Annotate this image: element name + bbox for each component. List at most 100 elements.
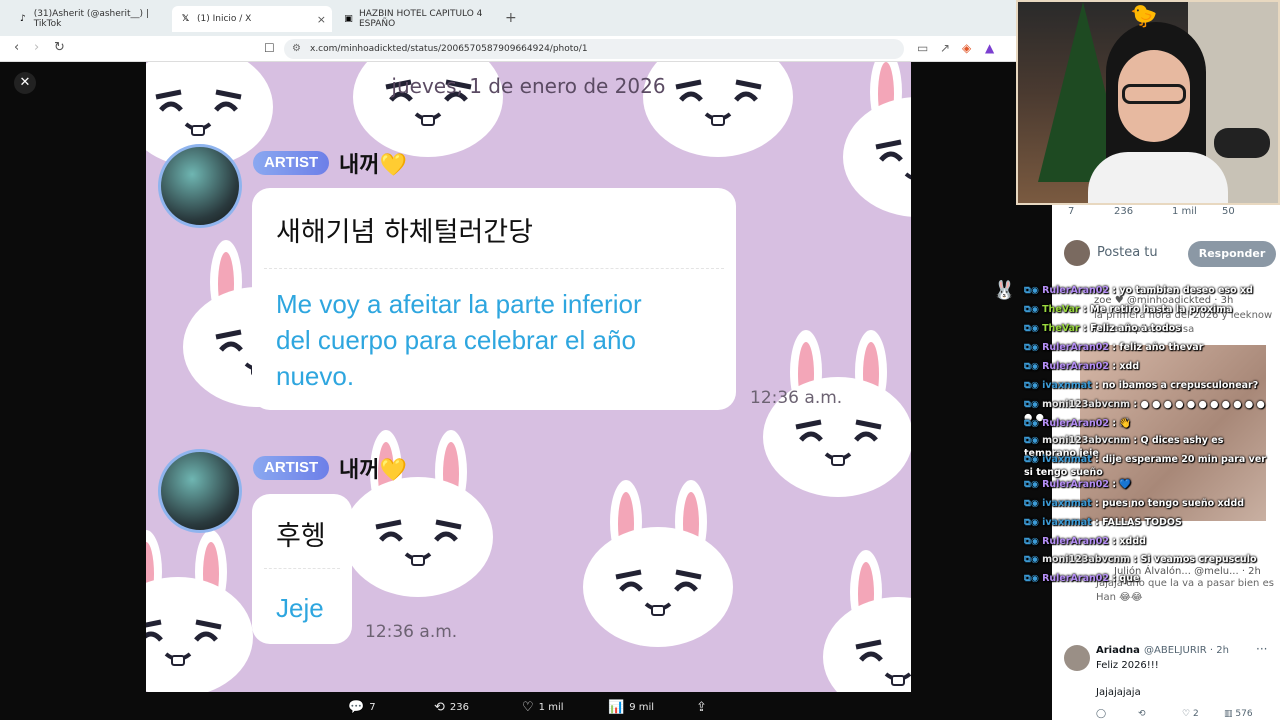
chat-badge-icon: ⧉◉ [1024, 342, 1040, 353]
sidebar-repost-count[interactable]: 236 [1114, 206, 1133, 217]
chat-username[interactable]: RulerAran02 [1042, 361, 1109, 372]
reply-author-name: Ariadna [1096, 645, 1140, 656]
message-korean: 후헹 [276, 521, 326, 552]
reload-icon[interactable]: ↻ [54, 40, 65, 55]
site-info-icon[interactable]: ⚙ [292, 39, 301, 59]
like-button[interactable]: ♡ 2 [1182, 709, 1199, 719]
brave-rewards-icon[interactable]: ▲ [985, 41, 994, 55]
chat-separator: : [1091, 380, 1103, 391]
new-tab-icon[interactable]: + [505, 10, 517, 26]
chat-username[interactable]: moni123abvcnm [1042, 554, 1130, 565]
chat-badge-icon: ⧉◉ [1024, 285, 1040, 296]
browser-tab-hazbin[interactable]: ▣ HAZBIN HOTEL CAPITULO 4 ESPAÑO [336, 6, 500, 32]
chat-message: ⧉◉ RulerAran02 : xddd [1024, 535, 1268, 548]
url-text: x.com/minhoadickted/status/2006570587909… [310, 44, 588, 54]
sidebar-reply-count[interactable]: 7 [1068, 206, 1074, 217]
chat-badge-icon: ⧉◉ [1024, 399, 1040, 410]
chat-message: ⧉◉ ivaxnmat : no ibamos a crepusculonear? [1024, 379, 1268, 392]
chat-username[interactable]: RulerAran02 [1042, 342, 1109, 353]
chat-username[interactable]: RulerAran02 [1042, 573, 1109, 584]
reply-icon[interactable]: ◯ [1096, 709, 1106, 719]
chat-badge-icon: ⧉◉ [1024, 498, 1040, 509]
close-viewer-button[interactable]: ✕ [14, 72, 36, 94]
chat-text: no ibamos a crepusculonear? [1102, 380, 1259, 391]
message-bubble: 후헹 Jeje [252, 494, 352, 644]
browser-tab-x[interactable]: 𝕏 (1) Inicio / X × [172, 6, 332, 32]
chat-username[interactable]: ivaxnmat [1042, 517, 1092, 528]
reply-author-handle: @ABELJURIR · 2h [1144, 645, 1229, 656]
brave-shield-icon[interactable]: ◈ [962, 41, 971, 55]
chat-message: ⧉◉ ivaxnmat : pues no tengo sueño xddd [1024, 497, 1268, 510]
avatar [1064, 645, 1090, 671]
repost-button[interactable]: ⟲ 236 [434, 700, 469, 715]
chat-username[interactable]: moni123abvcnm [1042, 399, 1130, 410]
chat-username[interactable]: RulerAran02 [1042, 479, 1109, 490]
chat-text: 👋 [1119, 418, 1132, 429]
share-icon[interactable]: ↗ [940, 41, 950, 55]
chat-username[interactable]: RulerAran02 [1042, 285, 1109, 296]
like-count: 2 [1192, 709, 1199, 719]
chat-text: 💙 [1119, 479, 1132, 490]
chat-message: ⧉◉ RulerAran02 : feliz año thevar [1024, 341, 1268, 354]
browser-tab-tiktok[interactable]: ♪ (31)Asherit (@asherit__) | TikTok [10, 6, 170, 32]
chat-badge-icon: ⧉◉ [1024, 304, 1040, 315]
views-button[interactable]: 📊 9 mil [608, 700, 654, 715]
reply-input[interactable]: Postea tu [1097, 245, 1158, 260]
chat-text: que [1119, 573, 1140, 584]
chat-username[interactable]: TheVar [1042, 323, 1080, 334]
repost-icon: ⟲ [434, 700, 445, 715]
message-translation-line: nuevo. [276, 361, 355, 391]
reply-tweet[interactable]: Ariadna @ABELJURIR · 2h ··· Feliz 2026!!… [1052, 635, 1280, 720]
artist-name: 내꺼💛 [339, 452, 407, 484]
chat-username[interactable]: TheVar [1042, 304, 1080, 315]
sidebar-like-count[interactable]: 1 mil [1172, 206, 1197, 217]
glasses [1122, 84, 1186, 104]
share-button[interactable]: ⇪ [696, 700, 712, 715]
more-icon[interactable]: ··· [1256, 642, 1267, 656]
reply-composer: Postea tu Responder [1052, 232, 1280, 274]
artist-badge: ARTIST [253, 456, 330, 480]
bookmark-icon[interactable]: ☐ [264, 41, 275, 55]
reply-button[interactable]: 💬 7 [348, 700, 376, 715]
reply-submit-button[interactable]: Responder [1188, 241, 1276, 267]
chat-separator: : [1108, 361, 1120, 372]
chat-username[interactable]: ivaxnmat [1042, 380, 1092, 391]
stream-chat-overlay: ⧉◉ RulerAran02 : yo tambien deseo eso xd ⧉… [1024, 280, 1268, 620]
repost-icon[interactable]: ⟲ [1138, 709, 1146, 719]
back-icon[interactable]: ‹ [14, 40, 19, 55]
artist-name: 내꺼💛 [339, 147, 407, 179]
chat-separator: : [1108, 573, 1120, 584]
chat-username[interactable]: ivaxnmat [1042, 454, 1092, 465]
repost-count: 236 [449, 702, 469, 713]
chat-separator: : [1108, 418, 1120, 429]
chat-separator: : [1108, 536, 1120, 547]
chat-username[interactable]: moni123abvcnm [1042, 435, 1130, 446]
chat-username[interactable]: ivaxnmat [1042, 498, 1092, 509]
like-button[interactable]: ♡ 1 mil [522, 700, 564, 715]
message-time: 12:36 a.m. [365, 622, 458, 642]
tab-title: HAZBIN HOTEL CAPITULO 4 ESPAÑO [359, 9, 483, 29]
tab-title: (1) Inicio / X [197, 14, 252, 24]
chat-badge-icon: ⧉◉ [1024, 573, 1040, 584]
chat-text: yo tambien deseo eso xd [1119, 285, 1253, 296]
url-field[interactable]: ⚙ x.com/minhoadickted/status/20065705879… [284, 39, 904, 59]
chat-screenshot-image: jueves, 1 de enero de 2026 ARTIST 내꺼💛 새해… [146, 62, 911, 692]
chat-badge-icon: ⧉◉ [1024, 517, 1040, 528]
browser-address-bar: ‹ › ↻ ☐ ⚙ x.com/minhoadickted/status/200… [0, 36, 1016, 62]
reply-text: Jajajajaja [1096, 687, 1141, 698]
chat-separator: : [1130, 554, 1141, 565]
chat-separator: : [1130, 399, 1141, 410]
bunny-alert-icon: 🐰 [993, 280, 1016, 301]
sidebar-views-count[interactable]: 50 [1222, 206, 1235, 217]
install-icon[interactable]: ▭ [917, 41, 928, 55]
chat-badge-icon: ⧉◉ [1024, 418, 1040, 429]
forward-icon[interactable]: › [34, 40, 39, 55]
chat-separator: : [1091, 517, 1103, 528]
chat-text: pues no tengo sueño xddd [1102, 498, 1245, 509]
chat-username[interactable]: RulerAran02 [1042, 536, 1109, 547]
chat-username[interactable]: RulerAran02 [1042, 418, 1109, 429]
chat-message: ⧉◉ TheVar : Feliz año a todos [1024, 322, 1268, 335]
heart-icon: ♡ [522, 700, 534, 715]
views-button[interactable]: ▥ 576 [1224, 709, 1253, 719]
close-tab-icon[interactable]: × [317, 13, 326, 26]
